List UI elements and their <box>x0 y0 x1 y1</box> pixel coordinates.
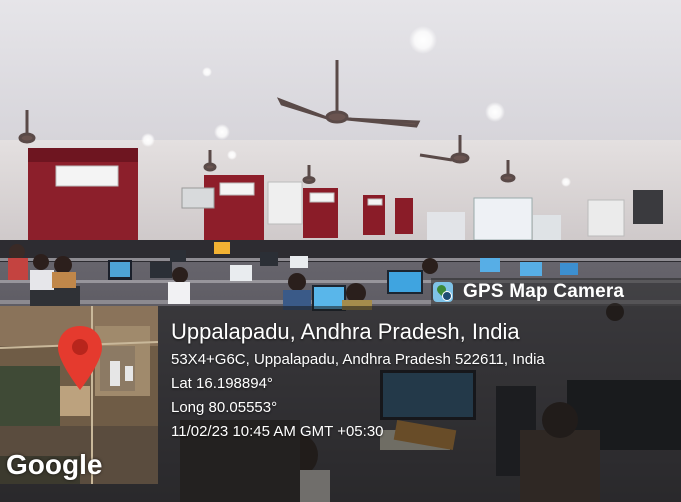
google-logo: Google <box>6 449 103 480</box>
longitude-line: Long 80.05553° <box>171 399 278 416</box>
gps-map-camera-icon <box>433 282 453 302</box>
location-title: Uppalapadu, Andhra Pradesh, India <box>171 319 520 344</box>
app-title: GPS Map Camera <box>463 281 625 302</box>
geotag-text: Uppalapadu, Andhra Pradesh, India 53X4+G… <box>171 318 545 444</box>
address-line: 53X4+G6C, Uppalapadu, Andhra Pradesh 522… <box>171 351 545 368</box>
app-badge: GPS Map Camera <box>431 278 681 306</box>
latitude-line: Lat 16.198894° <box>171 375 273 392</box>
datetime-line: 11/02/23 10:45 AM GMT +05:30 <box>171 423 384 440</box>
